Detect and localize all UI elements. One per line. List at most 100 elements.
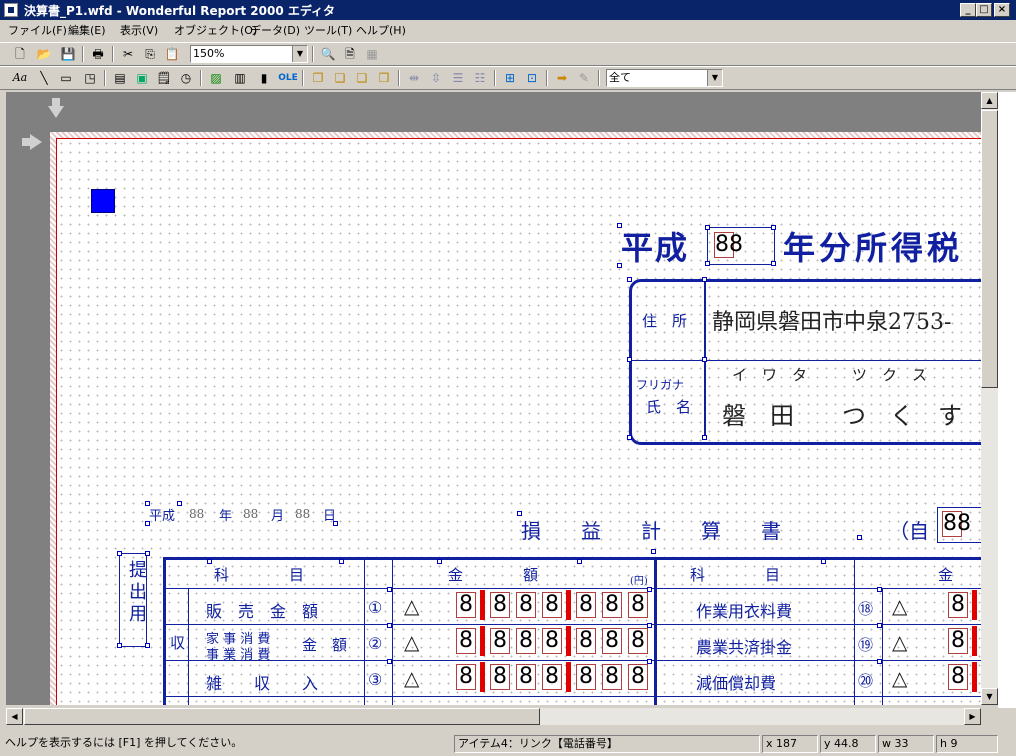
scroll-up-icon[interactable]: ▲: [981, 92, 998, 109]
zoom-icon[interactable]: 🔍: [318, 44, 338, 64]
row-label: 農業共済掛金: [696, 638, 793, 657]
line-tool-icon[interactable]: ╲: [34, 68, 54, 88]
triangle-icon: △: [404, 630, 420, 654]
zoom-select[interactable]: 150% ▼: [190, 45, 308, 63]
col-amount2-header: 金: [938, 566, 954, 584]
open-icon[interactable]: 📂: [34, 44, 54, 64]
horizontal-scrollbar[interactable]: ◀ ▶: [6, 708, 981, 725]
period-field[interactable]: 88: [937, 507, 981, 543]
cut-icon[interactable]: ✂: [118, 44, 138, 64]
chevron-down-icon[interactable]: ▼: [707, 70, 722, 86]
row-label: 事 業 消 費: [206, 648, 271, 663]
save-icon[interactable]: 💾: [58, 44, 78, 64]
barcode-icon[interactable]: ▮: [254, 68, 274, 88]
app-icon[interactable]: [4, 3, 18, 17]
same-size-icon[interactable]: ⊡: [522, 68, 542, 88]
field-tool-icon[interactable]: ▣: [132, 68, 152, 88]
date-month[interactable]: 88: [243, 507, 258, 521]
row-number: ②: [368, 634, 383, 653]
submit-label: 提出用: [126, 560, 147, 626]
name-label: 氏 名: [646, 398, 692, 416]
unlink-icon[interactable]: ✎: [574, 68, 594, 88]
report-page[interactable]: 平成 88 年分所得税 住 所 静岡県磐田市中泉2753- フリガナ 氏 名 イ…: [56, 138, 981, 705]
furigana-value[interactable]: イ ワ タ ツ ク ス: [732, 364, 927, 385]
status-y: y 44.8: [820, 735, 876, 753]
menu-object[interactable]: オブジェクト(O): [174, 22, 257, 38]
menu-view[interactable]: 表示(V): [120, 22, 158, 38]
paste-icon[interactable]: 📋: [162, 44, 182, 64]
form-title-left: 平成: [621, 229, 690, 267]
date-month-label: 月: [271, 509, 285, 524]
filter-value: 全て: [609, 71, 631, 84]
fit-size-icon[interactable]: ⊞: [500, 68, 520, 88]
minimize-button[interactable]: _: [960, 3, 976, 17]
pl-table: 科 目 金 額 (円) 科 目 金 収 入 経 販 売 金 額 ① 家 事 消 …: [163, 557, 981, 705]
print-icon[interactable]: 🖶: [88, 44, 108, 64]
horizontal-scroll-thumb[interactable]: [24, 708, 540, 725]
close-button[interactable]: ×: [994, 3, 1010, 17]
image-tool-icon[interactable]: ▨: [206, 68, 226, 88]
vertical-scrollbar[interactable]: ▲ ▼: [981, 92, 998, 705]
menu-help[interactable]: ヘルプ(H): [356, 22, 406, 38]
unit-label: (円): [630, 576, 648, 587]
status-h: h 9: [936, 735, 998, 753]
scroll-right-icon[interactable]: ▶: [964, 708, 981, 725]
bring-front-icon[interactable]: ❐: [308, 68, 328, 88]
maximize-button[interactable]: □: [976, 3, 992, 17]
filter-select[interactable]: 全て ▼: [606, 69, 723, 87]
align-h-icon[interactable]: ⇹: [404, 68, 424, 88]
row-number: ③: [368, 670, 383, 689]
text-tool-icon[interactable]: Aa: [10, 68, 30, 88]
page-num-icon[interactable]: 🗒: [154, 68, 174, 88]
row-number: ①: [368, 598, 383, 617]
clock-icon[interactable]: ◷: [176, 68, 196, 88]
status-w: w 33: [878, 735, 934, 753]
scroll-corner: [981, 708, 998, 725]
menu-bar: ファイル(F) 編集(E) 表示(V) オブジェクト(O) データ(D) ツール…: [0, 20, 1016, 40]
chart-tool-icon[interactable]: ▥: [230, 68, 250, 88]
new-icon[interactable]: 🗋: [10, 44, 30, 64]
menu-tools[interactable]: ツール(T): [304, 22, 352, 38]
ole-icon[interactable]: OLE: [278, 68, 298, 88]
scroll-down-icon[interactable]: ▼: [981, 688, 998, 705]
date-day[interactable]: 88: [295, 507, 310, 521]
distribute-v-icon[interactable]: ☷: [470, 68, 490, 88]
date-year[interactable]: 88: [189, 507, 204, 521]
menu-file[interactable]: ファイル(F): [8, 22, 67, 38]
row-label: 金 額: [302, 636, 348, 654]
selected-object[interactable]: [91, 189, 115, 213]
name-value[interactable]: 磐 田 つ く す: [722, 396, 962, 431]
row-label: 雑 収 入: [206, 674, 319, 693]
table-tool-icon[interactable]: ▤: [110, 68, 130, 88]
year-field[interactable]: 88: [707, 227, 775, 265]
rect-tool-icon[interactable]: ▭: [56, 68, 76, 88]
triangle-icon: △: [892, 666, 908, 690]
period-open: （自: [889, 519, 929, 543]
distribute-h-icon[interactable]: ☰: [448, 68, 468, 88]
page-icon[interactable]: 🗎: [340, 44, 360, 64]
copy-icon[interactable]: ⎘: [140, 44, 160, 64]
address-value[interactable]: 静岡県磐田市中泉2753-: [712, 304, 951, 336]
shape-tool-icon[interactable]: ◳: [80, 68, 100, 88]
status-item: アイテム4：リンク【電話番号】: [454, 735, 760, 753]
row-label: 減価償却費: [696, 674, 777, 693]
link-icon[interactable]: ➡: [552, 68, 572, 88]
menu-edit[interactable]: 編集(E): [68, 22, 106, 38]
chevron-down-icon[interactable]: ▼: [292, 46, 307, 62]
grid-icon[interactable]: ▦: [362, 44, 382, 64]
date-era: 平成: [149, 509, 176, 524]
scroll-left-icon[interactable]: ◀: [6, 708, 23, 725]
status-x: x 187: [762, 735, 818, 753]
menu-data[interactable]: データ(D): [250, 22, 300, 38]
row-number: ⑳: [858, 672, 874, 690]
ungroup-icon[interactable]: ❒: [374, 68, 394, 88]
pl-title: 損 益 計 算 書: [521, 519, 781, 543]
object-toolbar: Aa ╲ ▭ ◳ ▤ ▣ 🗒 ◷ ▨ ▥ ▮ OLE ❐ ❏ ❑ ❒ ⇹ ⇳ ☰…: [0, 66, 1016, 90]
group-icon[interactable]: ❑: [352, 68, 372, 88]
furigana-label: フリガナ: [636, 378, 685, 392]
align-v-icon[interactable]: ⇳: [426, 68, 446, 88]
send-back-icon[interactable]: ❏: [330, 68, 350, 88]
address-name-box: 住 所 静岡県磐田市中泉2753- フリガナ 氏 名 イ ワ タ ツ ク ス 磐…: [629, 279, 981, 445]
vertical-scroll-thumb[interactable]: [981, 110, 998, 388]
design-canvas[interactable]: 平成 88 年分所得税 住 所 静岡県磐田市中泉2753- フリガナ 氏 名 イ…: [6, 92, 981, 705]
